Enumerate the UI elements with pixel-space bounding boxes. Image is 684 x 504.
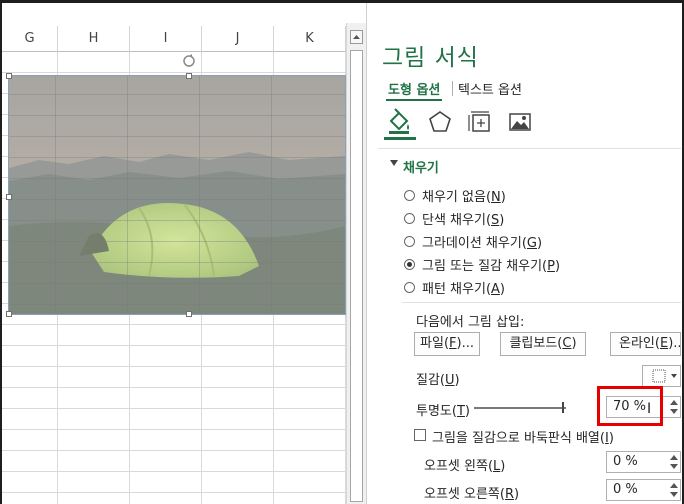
radio-pattern-fill[interactable]: 패턴 채우기(A) — [404, 277, 505, 297]
access-key: P — [547, 258, 555, 274]
access-key: G — [526, 235, 537, 251]
picture-icon[interactable] — [506, 108, 534, 136]
column-header-h[interactable]: H — [58, 26, 130, 52]
radio-button-checked[interactable] — [404, 258, 415, 270]
pane-title: 그림 서식 — [382, 45, 479, 71]
radio-label: 채우기 없음 — [422, 189, 486, 205]
tile-label[interactable]: 그림을 질감으로 바둑판식 배열(I) — [432, 427, 614, 446]
transparency-slider-thumb[interactable] — [562, 402, 564, 413]
tab-text-options[interactable]: 텍스트 옵션 — [458, 79, 522, 98]
tab-shape-options[interactable]: 도형 옵션 — [388, 79, 440, 98]
texture-swatch-icon — [652, 369, 677, 383]
spin-arrows[interactable] — [668, 397, 680, 417]
resize-handle-bottom[interactable] — [186, 311, 192, 317]
fill-line-icon[interactable] — [386, 108, 414, 136]
radio-button[interactable] — [404, 281, 415, 293]
radio-button[interactable] — [404, 235, 415, 247]
grid-line — [2, 408, 346, 409]
access-key: A — [491, 281, 500, 297]
resize-handle-left[interactable] — [6, 194, 12, 200]
access-key: S — [491, 212, 500, 228]
size-properties-icon[interactable] — [466, 108, 494, 136]
grid-line — [2, 450, 346, 451]
resize-handle-top-left[interactable] — [6, 73, 12, 79]
resize-handle-bottom-left[interactable] — [6, 311, 12, 317]
picture-overlay-grid — [9, 76, 345, 314]
radio-button[interactable] — [404, 212, 415, 224]
rotate-handle-icon[interactable] — [181, 53, 197, 72]
column-header-i[interactable]: I — [130, 26, 202, 52]
scrollbar-thumb[interactable] — [350, 50, 363, 502]
active-tab-underline — [386, 99, 442, 101]
scroll-up-arrow-icon[interactable] — [350, 30, 363, 44]
active-icon-underline — [384, 137, 416, 140]
spin-arrows[interactable] — [668, 480, 680, 500]
spin-arrows[interactable] — [668, 452, 680, 472]
radio-button[interactable] — [404, 189, 415, 201]
pane-divider — [378, 148, 681, 149]
radio-solid-fill[interactable]: 단색 채우기(S) — [404, 208, 504, 228]
grid-line — [2, 366, 346, 367]
insert-picture-from-label: 다음에서 그림 삽입: — [416, 315, 525, 330]
clipboard-button[interactable]: 클립보드(C) — [500, 332, 586, 356]
offset-right-value[interactable]: 0 % — [613, 482, 638, 497]
grid-line — [2, 345, 346, 346]
file-button[interactable]: 파일(F)... — [414, 332, 480, 356]
radio-picture-texture-fill[interactable]: 그림 또는 질감 채우기(P) — [404, 254, 560, 274]
transparency-label: 투명도(T) — [416, 404, 470, 419]
texture-label: 질감(U) — [416, 373, 460, 388]
offset-right-label: 오프셋 오른쪽(R) — [424, 487, 520, 502]
access-key: N — [491, 189, 501, 205]
tile-checkbox[interactable] — [414, 429, 426, 441]
grid-line — [2, 471, 346, 472]
column-header-k[interactable]: K — [274, 26, 346, 52]
tent-picture[interactable] — [8, 75, 346, 315]
offset-left-label: 오프셋 왼쪽(L) — [424, 459, 506, 474]
grid-line — [2, 72, 346, 73]
fill-section-header[interactable]: 채우기 — [403, 157, 439, 176]
texture-dropdown[interactable] — [642, 365, 681, 387]
transparency-slider-track[interactable] — [474, 407, 566, 409]
resize-handle-top[interactable] — [186, 73, 192, 79]
radio-label: 패턴 채우기 — [422, 281, 486, 297]
grid-line — [2, 429, 346, 430]
grid-line — [2, 492, 346, 493]
offset-right-spinner[interactable]: 0 % — [606, 479, 681, 501]
collapse-arrow-icon[interactable] — [390, 160, 398, 166]
online-button[interactable]: 온라인(E)... — [610, 332, 681, 356]
offset-left-value[interactable]: 0 % — [613, 454, 638, 469]
radio-label: 그라데이션 채우기 — [422, 235, 522, 251]
highlight-box — [597, 386, 663, 426]
radio-gradient-fill[interactable]: 그라데이션 채우기(G) — [404, 231, 542, 251]
effects-pentagon-icon[interactable] — [426, 108, 454, 136]
radio-no-fill[interactable]: 채우기 없음(N) — [404, 185, 506, 205]
section-divider — [402, 302, 681, 303]
radio-label: 단색 채우기 — [422, 212, 486, 228]
grid-line — [2, 324, 346, 325]
column-header-g[interactable]: G — [2, 26, 58, 52]
offset-left-spinner[interactable]: 0 % — [606, 451, 681, 473]
column-header-j[interactable]: J — [202, 26, 274, 52]
grid-line — [2, 387, 346, 388]
radio-label: 그림 또는 질감 채우기 — [422, 258, 543, 274]
tab-separator — [452, 81, 453, 96]
